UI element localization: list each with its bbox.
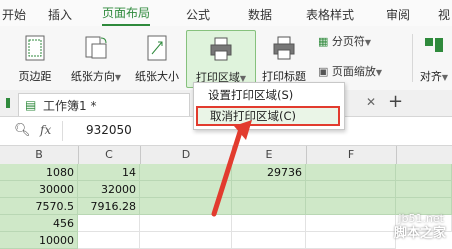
column-header-f[interactable]: F — [306, 146, 397, 164]
cell-f1[interactable] — [306, 164, 396, 181]
workbook-tab-label: 工作簿1 * — [43, 99, 97, 113]
paper-size-icon — [147, 35, 167, 61]
cell-g1[interactable] — [396, 164, 452, 181]
cell-f3[interactable] — [306, 198, 396, 215]
margins-button[interactable]: 页边距 — [12, 30, 58, 86]
margins-icon — [25, 35, 45, 61]
cell-b2[interactable]: 30000 — [0, 181, 78, 198]
tab-data[interactable]: 数据 — [248, 6, 272, 23]
cell-c3[interactable]: 7916.28 — [78, 198, 140, 215]
close-tab-icon[interactable]: ✕ — [366, 95, 376, 109]
green-marker-icon — [6, 98, 10, 108]
tab-view[interactable]: 视 — [438, 6, 450, 23]
sheet-icon: ▤ — [25, 98, 37, 112]
align-button[interactable]: 对齐▼ — [416, 30, 452, 86]
cell-c5[interactable] — [78, 232, 140, 249]
fx-label[interactable]: fx — [40, 123, 51, 137]
column-header-c[interactable]: C — [78, 146, 141, 164]
page-scale-label: 页面缩放 — [331, 65, 376, 78]
search-icon[interactable]: 🔍︎ — [14, 123, 31, 138]
tab-formulas[interactable]: 公式 — [186, 6, 210, 23]
page-break-icon: ▦ — [318, 35, 329, 48]
cell-b1[interactable]: 1080 — [0, 164, 78, 181]
cell-f2[interactable] — [306, 181, 396, 198]
page-break-label: 分页符 — [331, 35, 365, 48]
cell-f5[interactable] — [306, 232, 396, 249]
paper-size-label: 纸张大小 — [135, 70, 179, 83]
column-header-b[interactable]: B — [0, 146, 79, 164]
cell-c2[interactable]: 32000 — [78, 181, 140, 198]
page-scale-button[interactable]: ▣ 页面缩放▼ — [318, 63, 382, 79]
tab-home[interactable]: 开始 — [2, 6, 26, 23]
cell-d5[interactable] — [140, 232, 232, 249]
red-arrow-annotation — [211, 120, 252, 217]
new-tab-icon[interactable]: + — [388, 91, 403, 112]
printer-icon — [210, 37, 232, 61]
align-icon — [425, 38, 443, 52]
tab-table-style[interactable]: 表格样式 — [306, 6, 354, 23]
cell-b4[interactable]: 456 — [0, 215, 78, 232]
align-label: 对齐▼ — [419, 70, 449, 83]
page-break-button[interactable]: ▦ 分页符▼ — [318, 33, 371, 49]
formula-input[interactable]: 932050 — [86, 123, 132, 137]
cell-g2[interactable] — [396, 181, 452, 198]
column-header-g[interactable] — [396, 146, 452, 164]
orientation-icon — [85, 36, 107, 59]
orientation-label: 纸张方向▼ — [70, 70, 122, 83]
paper-size-button[interactable]: 纸张大小 — [130, 30, 184, 86]
cell-f4[interactable] — [306, 215, 396, 232]
workbook-tab[interactable]: ▤ 工作簿1 * — [18, 93, 190, 116]
cell-b3[interactable]: 7570.5 — [0, 198, 78, 215]
page-scale-icon: ▣ — [318, 65, 329, 78]
tab-review[interactable]: 审阅 — [386, 6, 410, 23]
print-area-button[interactable]: 打印区域▼ — [186, 30, 256, 88]
formula-divider — [62, 121, 63, 141]
cell-b5[interactable]: 10000 — [0, 232, 78, 249]
watermark-brand: 脚本之家 — [393, 226, 446, 241]
print-titles-icon — [273, 36, 295, 60]
margins-label: 页边距 — [18, 70, 52, 83]
tab-insert[interactable]: 插入 — [48, 6, 72, 23]
cell-c4[interactable] — [78, 215, 140, 232]
print-titles-button[interactable]: 打印标题 — [258, 30, 310, 86]
orientation-button[interactable]: 纸张方向▼ — [66, 30, 126, 86]
cell-e5[interactable] — [232, 232, 306, 249]
tab-page-layout[interactable]: 页面布局 — [102, 4, 151, 27]
menu-tab-bar: 开始 插入 页面布局 公式 数据 表格样式 审阅 视 — [0, 0, 452, 27]
ribbon-separator — [412, 34, 413, 82]
cell-c1[interactable]: 14 — [78, 164, 140, 181]
set-print-area-item[interactable]: 设置打印区域(S) — [196, 85, 340, 105]
